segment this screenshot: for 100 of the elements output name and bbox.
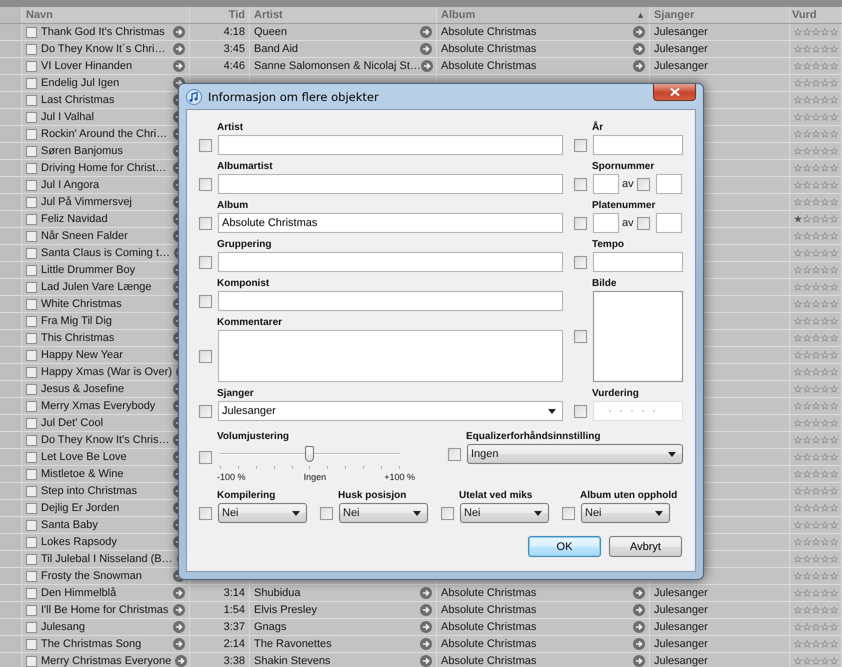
checkbox[interactable] bbox=[26, 196, 37, 208]
checkbox[interactable] bbox=[26, 78, 37, 88]
checkbox[interactable] bbox=[448, 448, 461, 460]
star-rating[interactable] bbox=[794, 27, 838, 37]
star-rating[interactable] bbox=[794, 418, 838, 428]
checkbox[interactable] bbox=[26, 486, 37, 496]
star-rating[interactable] bbox=[794, 520, 838, 530]
checkbox[interactable] bbox=[574, 256, 587, 268]
checkbox[interactable] bbox=[26, 622, 37, 632]
slider-thumb[interactable] bbox=[305, 446, 314, 462]
star-rating[interactable] bbox=[794, 129, 838, 139]
input-field[interactable] bbox=[656, 213, 682, 233]
checkbox[interactable] bbox=[26, 434, 37, 446]
arrow-icon[interactable] bbox=[420, 60, 433, 72]
artwork-box[interactable] bbox=[593, 291, 683, 382]
star-rating[interactable] bbox=[794, 248, 838, 258]
rating-field[interactable] bbox=[593, 401, 683, 421]
input-field[interactable] bbox=[593, 174, 619, 194]
star-rating[interactable] bbox=[794, 44, 838, 54]
close-button[interactable] bbox=[653, 84, 696, 101]
checkbox[interactable] bbox=[574, 330, 587, 343]
option-dropdown[interactable]: Nei bbox=[581, 503, 670, 523]
checkbox[interactable] bbox=[199, 256, 212, 268]
star-rating[interactable] bbox=[794, 299, 838, 309]
star-rating[interactable] bbox=[794, 231, 838, 241]
checkbox[interactable] bbox=[26, 316, 37, 326]
checkbox[interactable] bbox=[26, 180, 37, 190]
arrow-icon[interactable] bbox=[173, 604, 185, 616]
arrow-icon[interactable] bbox=[633, 60, 645, 72]
star-rating[interactable] bbox=[794, 605, 838, 615]
checkbox[interactable] bbox=[26, 26, 37, 38]
input-field[interactable] bbox=[593, 213, 619, 233]
star-rating[interactable] bbox=[794, 197, 838, 207]
checkbox[interactable] bbox=[199, 178, 212, 190]
checkbox[interactable] bbox=[26, 146, 37, 156]
arrow-icon[interactable] bbox=[173, 26, 185, 38]
checkbox[interactable] bbox=[26, 638, 37, 650]
star-rating[interactable] bbox=[794, 163, 838, 173]
input-field[interactable] bbox=[218, 291, 563, 311]
arrow-icon[interactable] bbox=[420, 638, 432, 650]
arrow-icon[interactable] bbox=[633, 587, 645, 599]
checkbox[interactable] bbox=[26, 214, 37, 224]
star-rating[interactable] bbox=[794, 435, 838, 445]
checkbox[interactable] bbox=[26, 298, 37, 310]
star-rating[interactable] bbox=[794, 282, 838, 292]
equalizer-dropdown[interactable]: Ingen bbox=[467, 444, 683, 464]
checkbox[interactable] bbox=[26, 468, 37, 480]
checkbox[interactable] bbox=[26, 400, 37, 412]
arrow-icon[interactable] bbox=[633, 655, 645, 667]
arrow-icon[interactable] bbox=[633, 43, 645, 55]
arrow-icon[interactable] bbox=[633, 604, 645, 616]
checkbox[interactable] bbox=[26, 554, 37, 564]
checkbox[interactable] bbox=[26, 332, 37, 344]
arrow-icon[interactable] bbox=[173, 43, 185, 55]
option-dropdown[interactable]: Nei bbox=[460, 503, 549, 523]
checkbox[interactable] bbox=[26, 366, 37, 378]
checkbox[interactable] bbox=[574, 178, 587, 190]
arrow-icon[interactable] bbox=[420, 43, 432, 55]
checkbox[interactable] bbox=[562, 506, 575, 520]
option-dropdown[interactable]: Nei bbox=[339, 503, 428, 523]
arrow-icon[interactable] bbox=[420, 604, 432, 616]
checkbox[interactable] bbox=[199, 138, 212, 152]
checkbox[interactable] bbox=[26, 604, 37, 616]
checkbox[interactable] bbox=[26, 230, 37, 242]
checkbox[interactable] bbox=[26, 520, 37, 530]
checkbox[interactable] bbox=[26, 44, 37, 54]
star-rating[interactable] bbox=[794, 265, 838, 275]
checkbox[interactable] bbox=[320, 506, 333, 520]
checkbox[interactable] bbox=[26, 384, 37, 394]
cancel-button[interactable]: Avbryt bbox=[609, 536, 682, 557]
checkbox[interactable] bbox=[26, 248, 37, 258]
checkbox[interactable] bbox=[26, 350, 37, 360]
comment-field[interactable] bbox=[218, 330, 563, 382]
star-rating[interactable] bbox=[794, 537, 838, 547]
checkbox[interactable] bbox=[26, 656, 37, 666]
star-rating[interactable] bbox=[794, 333, 838, 343]
checkbox[interactable] bbox=[26, 282, 37, 292]
checkbox[interactable] bbox=[636, 216, 650, 230]
arrow-icon[interactable] bbox=[420, 26, 432, 38]
star-rating[interactable] bbox=[794, 146, 838, 156]
star-rating[interactable] bbox=[794, 384, 838, 394]
star-rating[interactable] bbox=[794, 180, 838, 190]
star-rating[interactable] bbox=[794, 78, 838, 88]
checkbox[interactable] bbox=[199, 506, 212, 520]
ok-button[interactable]: OK bbox=[528, 536, 601, 557]
star-rating[interactable] bbox=[794, 622, 838, 632]
arrow-icon[interactable] bbox=[173, 587, 185, 599]
checkbox[interactable] bbox=[574, 404, 587, 418]
star-rating[interactable] bbox=[794, 469, 838, 479]
input-field[interactable] bbox=[656, 174, 682, 194]
star-rating[interactable] bbox=[794, 350, 838, 360]
input-field[interactable]: Absolute Christmas bbox=[218, 213, 563, 233]
checkbox[interactable] bbox=[26, 60, 37, 72]
checkbox[interactable] bbox=[199, 450, 212, 464]
input-field[interactable] bbox=[218, 135, 563, 155]
star-rating[interactable] bbox=[794, 214, 838, 224]
star-rating[interactable] bbox=[794, 112, 838, 122]
star-rating[interactable] bbox=[794, 367, 838, 377]
checkbox[interactable] bbox=[199, 294, 212, 308]
star-rating[interactable] bbox=[794, 588, 838, 598]
